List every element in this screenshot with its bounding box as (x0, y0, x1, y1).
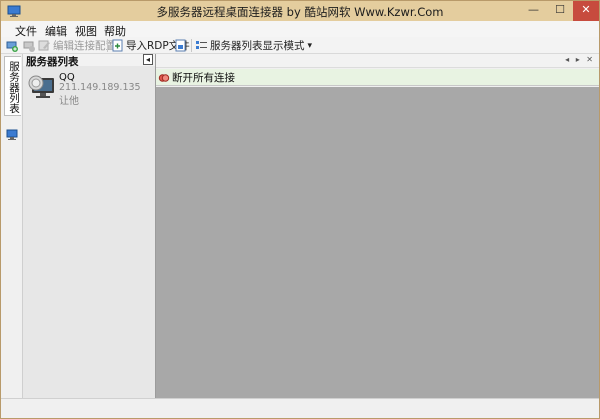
remote-session-workspace[interactable] (156, 87, 599, 398)
server-list-item[interactable]: QQ 211.149.189.135 让他 (25, 70, 153, 107)
title-bar[interactable]: 多服务器远程桌面连接器 by 酷站网软 Www.Kzwr.Com — ☐ ✕ (1, 1, 599, 21)
display-mode-dropdown[interactable]: 服务器列表显示模式 ▾ (195, 38, 312, 53)
delete-server-button[interactable] (22, 38, 36, 53)
maximize-button[interactable]: ☐ (547, 1, 573, 21)
minimize-button[interactable]: — (520, 1, 547, 21)
toolbar-separator (191, 39, 192, 52)
delete-server-icon (23, 41, 35, 52)
edit-config-button[interactable]: 编辑连接配置 (38, 38, 116, 53)
toolbar-separator (107, 39, 108, 52)
session-nav-icons[interactable]: ◂ ▸ ✕ (565, 55, 595, 64)
close-button[interactable]: ✕ (573, 1, 599, 21)
server-list-panel: 服务器列表 ◂ QQ 211.149.189.135 让他 (23, 54, 156, 398)
import-rdp-icon (112, 39, 123, 52)
chevron-down-icon: ▾ (307, 40, 313, 51)
server-panel-title: 服务器列表 (26, 56, 79, 68)
server-panel-header: 服务器列表 ◂ (23, 54, 155, 68)
remote-desktop-icon[interactable] (6, 129, 18, 144)
status-bar (1, 398, 599, 418)
app-window: 多服务器远程桌面连接器 by 酷站网软 Www.Kzwr.Com — ☐ ✕ 文… (0, 0, 600, 419)
add-server-button[interactable] (5, 38, 19, 53)
add-server-icon (6, 41, 18, 52)
edit-config-icon (38, 40, 50, 51)
disconnect-all-button[interactable]: 断开所有连接 (158, 71, 235, 84)
export-icon (175, 39, 186, 52)
list-view-icon (196, 41, 207, 49)
tab-server-list-label: 服务器列表 (8, 61, 20, 114)
collapse-panel-button[interactable]: ◂ (143, 54, 153, 65)
display-mode-label: 服务器列表显示模式 (210, 40, 305, 52)
side-tab-strip: 服务器列表 (1, 54, 23, 398)
window-title: 多服务器远程桌面连接器 by 酷站网软 Www.Kzwr.Com (156, 5, 444, 19)
disconnect-all-label: 断开所有连接 (172, 72, 235, 84)
menu-bar: 文件 编辑 视图 帮助 (1, 21, 599, 38)
server-group: 让他 (59, 96, 79, 107)
disconnect-icon (158, 73, 170, 82)
toolbar: 编辑连接配置 导入RDP文件 服务器列表显示模式 ▾ (1, 37, 599, 54)
tab-server-list[interactable]: 服务器列表 (4, 56, 21, 116)
session-action-bar: 断开所有连接 (156, 69, 599, 86)
computer-icon (27, 72, 57, 105)
export-button[interactable] (174, 38, 187, 53)
session-tabs-strip: ◂ ▸ ✕ (156, 54, 599, 68)
